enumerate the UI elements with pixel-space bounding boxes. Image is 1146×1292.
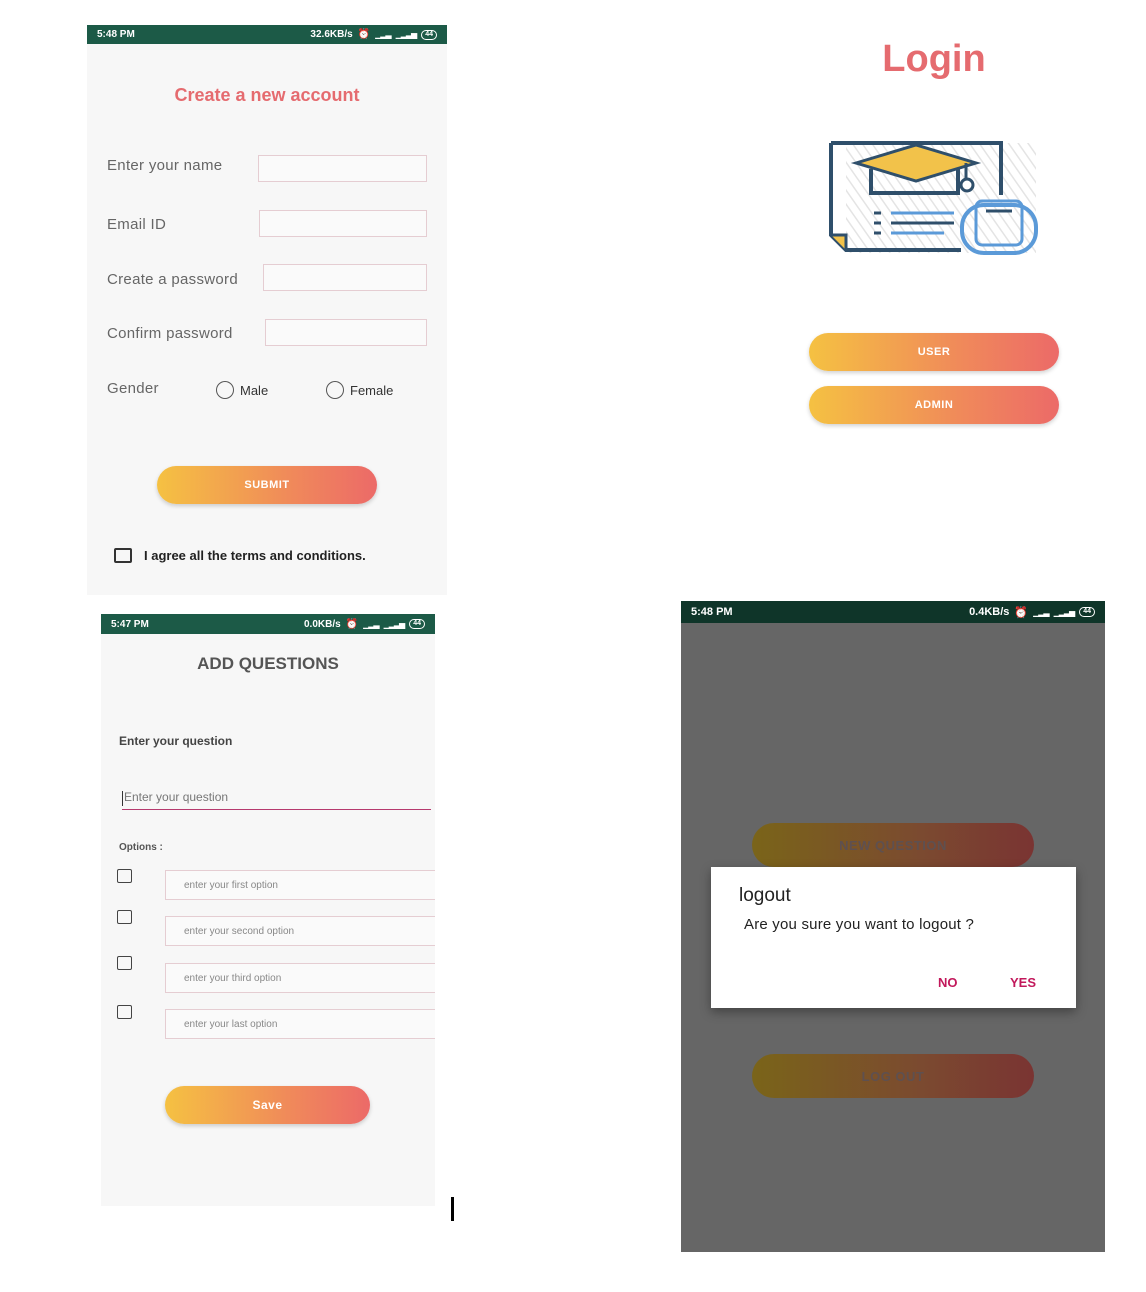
battery-icon: 44 <box>1079 607 1095 617</box>
dialog-title: logout <box>739 885 791 906</box>
add-questions-screen: 5:47 PM 0.0KB/s ⏰ ▁▂▃ ▁▂▃▅ 44 ADD QUESTI… <box>101 614 435 1206</box>
female-label: Female <box>350 382 394 398</box>
email-input[interactable] <box>259 210 427 237</box>
new-question-button[interactable]: NEW QUESTION <box>752 823 1034 867</box>
admin-button[interactable]: ADMIN <box>809 386 1059 424</box>
user-button[interactable]: USER <box>809 333 1059 371</box>
network-speed: 0.0KB/s <box>303 618 341 630</box>
password-input[interactable] <box>263 264 427 291</box>
battery-icon: 44 <box>421 29 437 40</box>
email-label: Email ID <box>107 216 167 233</box>
registration-screen: 5:48 PM 32.6KB/s ⏰ ▁▂▃ ▁▂▃▅ 44 Create a … <box>87 25 447 595</box>
status-time: 5:47 PM <box>111 618 149 630</box>
signal-icon: ▁▂▃ <box>1033 607 1050 617</box>
text-cursor <box>451 1197 454 1221</box>
male-label: Male <box>240 382 269 398</box>
page-title: ADD QUESTIONS <box>197 654 339 673</box>
status-bar: 5:48 PM 32.6KB/s ⏰ ▁▂▃ ▁▂▃▅ 44 <box>87 25 447 44</box>
text-cursor <box>122 791 123 806</box>
password-label: Create a password <box>107 271 238 288</box>
option-4-input[interactable]: enter your last option <box>165 1009 435 1039</box>
option-1-input[interactable]: enter your first option <box>165 870 435 900</box>
confirm-password-label: Confirm password <box>107 325 233 342</box>
status-time: 5:48 PM <box>97 29 135 40</box>
option-2-checkbox[interactable] <box>117 910 132 924</box>
dialog-message: Are you sure you want to logout ? <box>744 916 975 933</box>
network-speed: 32.6KB/s <box>310 29 353 40</box>
no-button[interactable]: NO <box>938 975 958 990</box>
save-button[interactable]: Save <box>165 1086 370 1124</box>
signal-icon: ▁▂▃ <box>375 30 392 39</box>
alarm-icon: ⏰ <box>357 29 371 40</box>
name-input[interactable] <box>258 155 427 182</box>
battery-icon: 44 <box>409 619 425 629</box>
checkbox-icon[interactable] <box>114 548 132 563</box>
option-2-input[interactable]: enter your second option <box>165 916 435 946</box>
login-title: Login <box>882 38 986 80</box>
option-4-checkbox[interactable] <box>117 1005 132 1019</box>
terms-label: I agree all the terms and conditions. <box>144 548 366 563</box>
terms-checkbox[interactable]: I agree all the terms and conditions. <box>114 548 366 563</box>
options-label: Options : <box>119 842 163 853</box>
question-input[interactable]: Enter your question <box>122 790 431 810</box>
logout-button[interactable]: LOG OUT <box>752 1054 1034 1098</box>
signal-icon: ▁▂▃▅ <box>1053 607 1076 617</box>
gender-male-radio[interactable]: Male <box>216 381 268 399</box>
status-time: 5:48 PM <box>691 606 733 618</box>
confirm-password-input[interactable] <box>265 319 427 346</box>
option-1-checkbox[interactable] <box>117 869 132 883</box>
status-bar: 5:48 PM 0.4KB/s ⏰ ▁▂▃ ▁▂▃▅ 44 <box>681 601 1105 623</box>
gender-female-radio[interactable]: Female <box>326 381 393 399</box>
submit-button[interactable]: SUBMIT <box>157 466 377 504</box>
signal-icon: ▁▂▃▅ <box>383 619 406 629</box>
option-3-checkbox[interactable] <box>117 956 132 970</box>
radio-icon[interactable] <box>326 381 344 399</box>
yes-button[interactable]: YES <box>1010 975 1036 990</box>
status-bar: 5:47 PM 0.0KB/s ⏰ ▁▂▃ ▁▂▃▅ 44 <box>101 614 435 634</box>
name-label: Enter your name <box>107 157 223 174</box>
signal-icon: ▁▂▃ <box>363 619 380 629</box>
question-label: Enter your question <box>119 734 233 748</box>
option-3-input[interactable]: enter your third option <box>165 963 435 993</box>
gender-label: Gender <box>107 380 159 397</box>
page-title: Create a new account <box>174 85 360 105</box>
logout-dialog: logout Are you sure you want to logout ?… <box>711 867 1076 1008</box>
alarm-icon: ⏰ <box>1014 606 1029 619</box>
radio-icon[interactable] <box>216 381 234 399</box>
logout-screen: 5:48 PM 0.4KB/s ⏰ ▁▂▃ ▁▂▃▅ 44 NEW QUESTI… <box>681 601 1105 1252</box>
signal-icon: ▁▂▃▅ <box>395 30 418 39</box>
education-illustration-icon <box>826 135 1041 260</box>
alarm-icon: ⏰ <box>345 618 359 630</box>
network-speed: 0.4KB/s <box>969 606 1010 618</box>
